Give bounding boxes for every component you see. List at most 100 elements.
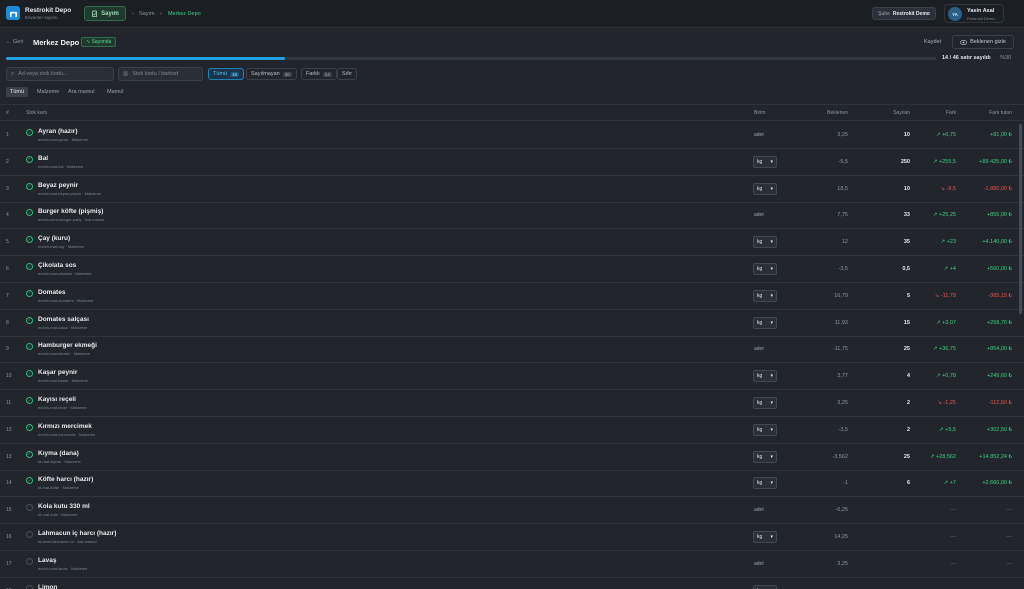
check-circle-icon: ✓ <box>26 129 33 136</box>
app-logo[interactable] <box>6 6 20 20</box>
unit-select[interactable]: kg▾ <box>753 450 777 463</box>
row-index: 11 <box>6 400 12 406</box>
table-row[interactable]: 15 Kola kutu 330 ml kt-mat-kola · Malzeme a… <box>0 497 1024 525</box>
expected-value: 3,77 <box>837 373 848 380</box>
counted-value[interactable]: 10 <box>904 186 910 192</box>
row-index: 8 <box>6 319 9 326</box>
chevron-down-icon: ▾ <box>770 319 773 326</box>
unit-select[interactable]: kg▾ <box>753 477 777 490</box>
avatar: YA <box>948 7 962 21</box>
check-circle-icon: ✓ <box>26 423 33 431</box>
filter-uncounted[interactable]: Sayılmayan 30 <box>246 68 297 80</box>
table-row[interactable]: 8 ✓ Domates salçası enrich-mat-salca · Malz… <box>0 310 1024 337</box>
tab-all[interactable]: Tümü <box>6 87 29 97</box>
breadcrumb-sayim[interactable]: Sayım <box>139 11 155 17</box>
row-index: 10 <box>6 373 12 380</box>
counted-value[interactable]: 2 <box>907 427 910 433</box>
back-link[interactable]: ← Geri <box>6 39 23 45</box>
unit-select-value: kg <box>757 266 763 272</box>
stock-name: Beyaz peynir <box>38 181 79 189</box>
table-row[interactable]: 9 ✓ Hamburger ekmeği enrich-mat-ekmek · Mal… <box>0 336 1024 364</box>
counted-value[interactable]: 250 <box>901 159 910 165</box>
unit-select[interactable]: kg▾ <box>753 397 777 409</box>
tab-product[interactable]: Mamul <box>103 87 128 97</box>
expected-value: 18,5 <box>837 185 848 192</box>
counted-value[interactable]: 2 <box>907 400 910 406</box>
counted-value[interactable]: 25 <box>904 346 910 352</box>
user-menu[interactable]: YA Yasin Asal Restrokit Demo <box>944 4 1004 23</box>
table-row[interactable]: 10 ✓ Kaşar peynir enrich-mat-kasar · Malzem… <box>0 363 1024 391</box>
name-search-input[interactable] <box>18 71 99 77</box>
table-row[interactable]: 1 ✓ Ayran (hazır) enrich-mat-ayran · Malzem… <box>0 122 1024 149</box>
empty-circle-icon <box>26 584 33 589</box>
counted-value[interactable]: 5 <box>907 293 910 299</box>
diff-value: ↗ +4 <box>943 266 956 272</box>
table-row[interactable]: 16 Lahmacun iç harcı (hazır) kt-semi-lahma… <box>0 524 1024 551</box>
table-row[interactable]: 12 ✓ Kırmızı mercimek enrich-mat-mercimek ·… <box>0 417 1024 444</box>
counted-value[interactable]: 35 <box>904 239 910 245</box>
unit-select[interactable]: kg▾ <box>753 236 777 249</box>
filter-zero[interactable]: Sıfır <box>337 68 358 80</box>
counted-value[interactable]: 10 <box>904 132 910 138</box>
save-button[interactable]: Kaydet <box>924 39 941 45</box>
table-row[interactable]: 17 Lavaş enrich-mat-lavas · Malzeme adet 3,2… <box>0 551 1024 578</box>
sayim-nav-button[interactable]: Sayım <box>84 6 126 21</box>
table-row[interactable]: 4 ✓ Burger köfte (pişmiş) enrich-semi-burge… <box>0 202 1024 230</box>
scrollbar[interactable] <box>1019 124 1022 314</box>
filter-all[interactable]: Tümü 46 <box>208 68 245 80</box>
counted-value[interactable]: 0,5 <box>902 266 910 272</box>
counted-value[interactable]: 15 <box>904 320 910 326</box>
check-circle-icon: ✓ <box>26 316 33 324</box>
tab-semi-product[interactable]: Ara mamul <box>64 87 99 97</box>
unit-select[interactable]: kg▾ <box>753 423 777 436</box>
counted-value[interactable]: 6 <box>907 480 910 486</box>
row-index: 5 <box>6 239 9 246</box>
filter-different[interactable]: Farklı 14 <box>301 68 337 80</box>
unit-select[interactable]: kg▾ <box>753 155 777 168</box>
counted-value[interactable]: 33 <box>904 212 910 218</box>
stock-code: enrich-mat-ekmek · Malzeme <box>38 351 90 357</box>
breadcrumb-separator-icon: › <box>160 11 162 17</box>
unit-select[interactable]: kg▾ <box>753 182 777 195</box>
counted-value[interactable]: 25 <box>904 454 910 460</box>
barcode-search-input[interactable] <box>132 71 197 77</box>
expected-value: 3,25 <box>837 132 848 138</box>
tab-material[interactable]: Malzeme <box>33 87 63 97</box>
diff-amount-value: — <box>1006 507 1013 514</box>
unit-select-value: kg <box>757 480 763 487</box>
hide-expected-button[interactable]: Beklenen gizle <box>952 35 1014 49</box>
unit-select[interactable]: kg▾ <box>753 370 777 383</box>
diff-value: ↗ +5,5 <box>939 426 956 433</box>
row-index: 15 <box>6 507 12 514</box>
unit-select[interactable]: kg▾ <box>753 316 777 329</box>
table-row[interactable]: 5 ✓ Çay (kuru) enrich-mat-cay · Malzeme kg ▾ 1… <box>0 229 1024 257</box>
unit-select[interactable]: kg▾ <box>753 584 777 589</box>
stock-code: enrich-mat-cikolata · Malzeme <box>38 271 92 276</box>
check-circle-icon: ✓ <box>26 343 33 351</box>
unit-select[interactable]: kg▾ <box>753 531 777 543</box>
table-row[interactable]: 3 ✓ Beyaz peynir enrich-mat-beyaz-peynir · … <box>0 176 1024 203</box>
expected-value: 7,75 <box>837 212 848 219</box>
row-index: 9 <box>6 346 9 353</box>
table-row[interactable]: 18Limonkg▾ <box>0 578 1024 589</box>
table-row[interactable]: 7 ✓ Domates enrich-mat-domates · Malzeme kg ▾… <box>0 283 1024 310</box>
table-row[interactable]: 14 ✓ Köfte harcı (hazır) kt-mat-kofte · Mal… <box>0 470 1024 498</box>
stock-code: enrich-mat-bal · Malzeme <box>38 163 84 169</box>
name-search[interactable]: ⌕ <box>6 67 114 81</box>
unit-text: adet <box>754 507 764 514</box>
unit-select-value: kg <box>757 534 763 540</box>
unit-select-value: kg <box>757 453 763 460</box>
unit-select[interactable]: kg▾ <box>753 289 777 302</box>
barcode-search[interactable]: ▥ <box>118 67 203 81</box>
chevron-down-icon: ▾ <box>770 158 773 165</box>
unit-select[interactable]: kg▾ <box>753 263 777 275</box>
table-row[interactable]: 2 ✓ Bal enrich-mat-bal · Malzeme kg ▾ -5,5 250 ↗… <box>0 149 1024 176</box>
table-row[interactable]: 6 ✓ Çikolata sos enrich-mat-cikolata · Malz… <box>0 256 1024 283</box>
unit-text: adet <box>754 212 764 219</box>
counted-value[interactable]: 4 <box>907 373 910 379</box>
table-row[interactable]: 13 ✓ Kıyma (dana) kt-mat-kiyma · Malzeme kg ▾… <box>0 444 1024 471</box>
unit-select-value: kg <box>757 426 763 433</box>
table-row[interactable]: 11 ✓ Kayısı reçeli enrich-mat-recel · Malze… <box>0 390 1024 417</box>
col-diff-amount: Fark tutarı <box>989 110 1012 116</box>
branch-selector[interactable]: Şube Restrokit Demo <box>872 7 936 20</box>
